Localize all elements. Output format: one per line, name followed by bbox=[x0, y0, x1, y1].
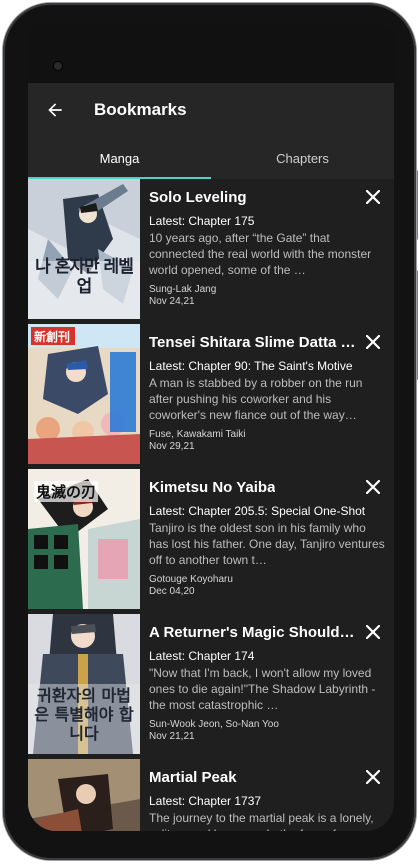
back-button[interactable] bbox=[28, 83, 82, 137]
manga-description: Tanjiro is the oldest son in his family … bbox=[149, 521, 385, 567]
bookmark-item[interactable]: 귀환자의 마법은 특별해야 합니다 A Returner's Magic Sho… bbox=[28, 614, 394, 754]
close-icon bbox=[366, 335, 380, 349]
manga-title: Solo Leveling bbox=[149, 188, 247, 206]
manga-description: 10 years ago, after “the Gate” that conn… bbox=[149, 231, 372, 277]
phone-frame: Bookmarks Manga Chapters 나 혼자만 레벨업 Solo … bbox=[3, 3, 416, 860]
remove-bookmark-button[interactable] bbox=[360, 764, 386, 790]
manga-cover-image bbox=[28, 759, 140, 831]
manga-author: Gotouge Koyoharu bbox=[149, 574, 233, 585]
manga-cover-image: 귀환자의 마법은 특별해야 합니다 bbox=[28, 614, 140, 754]
manga-title: Kimetsu No Yaiba bbox=[149, 478, 276, 496]
arrow-left-icon bbox=[48, 103, 62, 117]
manga-description: The journey to the martial peak is a lon… bbox=[149, 811, 374, 831]
close-icon bbox=[366, 770, 380, 784]
manga-title: Martial Peak bbox=[149, 768, 237, 786]
bookmark-date: Nov 29,21 bbox=[149, 441, 195, 452]
page-title: Bookmarks bbox=[94, 100, 187, 119]
status-bar bbox=[28, 25, 394, 83]
manga-cover-image: 나 혼자만 레벨업 bbox=[28, 179, 140, 319]
manga-author: Sung-Lak Jang bbox=[149, 284, 217, 295]
bookmark-item[interactable]: Martial Peak Latest: Chapter 1737 The jo… bbox=[28, 759, 394, 831]
bookmark-item[interactable]: 鬼滅の刃 Kimetsu No Yaiba Latest: Chapter 20… bbox=[28, 469, 394, 609]
manga-description: "Now that I'm back, I won't allow my lov… bbox=[149, 666, 376, 712]
bookmark-item[interactable]: 新創刊 Tensei Shitara Slime Datta Ken Lates… bbox=[28, 324, 394, 464]
manga-cover-image: 新創刊 bbox=[28, 324, 140, 464]
cover-title-text: 나 혼자만 레벨업 bbox=[35, 257, 134, 297]
latest-chapter: Latest: Chapter 205.5: Special One-Shot bbox=[149, 504, 366, 518]
manga-description: A man is stabbed by a robber on the run … bbox=[149, 376, 363, 422]
close-icon bbox=[366, 625, 380, 639]
screen: Bookmarks Manga Chapters 나 혼자만 레벨업 Solo … bbox=[28, 25, 394, 831]
tab-manga[interactable]: Manga bbox=[28, 137, 211, 179]
bookmark-date: Dec 04,20 bbox=[149, 586, 195, 597]
cover-title-text: 귀환자의 마법은 특별해야 합니다 bbox=[34, 686, 134, 743]
bookmark-info: Martial Peak Latest: Chapter 1737 The jo… bbox=[140, 759, 394, 831]
cover-title-text: 鬼滅の刃 bbox=[34, 481, 99, 502]
bookmark-info: Tensei Shitara Slime Datta Ken Latest: C… bbox=[140, 324, 394, 464]
tab-chapters[interactable]: Chapters bbox=[211, 137, 394, 179]
remove-bookmark-button[interactable] bbox=[360, 474, 386, 500]
close-icon bbox=[366, 190, 380, 204]
remove-bookmark-button[interactable] bbox=[360, 184, 386, 210]
manga-author: Fuse, Kawakami Taiki bbox=[149, 429, 246, 440]
bookmark-info: Solo Leveling Latest: Chapter 175 10 yea… bbox=[140, 179, 394, 319]
latest-chapter: Latest: Chapter 175 bbox=[149, 214, 255, 228]
bookmark-info: A Returner's Magic Should Be Special Lat… bbox=[140, 614, 394, 754]
manga-title: A Returner's Magic Should Be Special bbox=[149, 623, 357, 641]
bookmark-item[interactable]: 나 혼자만 레벨업 Solo Leveling Latest: Chapter … bbox=[28, 179, 394, 319]
remove-bookmark-button[interactable] bbox=[360, 329, 386, 355]
manga-title: Tensei Shitara Slime Datta Ken bbox=[149, 333, 357, 351]
close-icon bbox=[366, 480, 380, 494]
bookmark-list: 나 혼자만 레벨업 Solo Leveling Latest: Chapter … bbox=[28, 179, 394, 831]
bookmark-info: Kimetsu No Yaiba Latest: Chapter 205.5: … bbox=[140, 469, 394, 609]
bookmark-date: Nov 21,21 bbox=[149, 731, 195, 742]
latest-chapter: Latest: Chapter 174 bbox=[149, 649, 255, 663]
app-bar: Bookmarks bbox=[28, 83, 394, 137]
bookmark-date: Nov 24,21 bbox=[149, 296, 195, 307]
cover-title-text: 新創刊 bbox=[34, 330, 71, 344]
remove-bookmark-button[interactable] bbox=[360, 619, 386, 645]
tab-bar: Manga Chapters bbox=[28, 137, 394, 179]
latest-chapter: Latest: Chapter 90: The Saint's Motive bbox=[149, 359, 353, 373]
manga-cover-image: 鬼滅の刃 bbox=[28, 469, 140, 609]
latest-chapter: Latest: Chapter 1737 bbox=[149, 794, 262, 808]
manga-author: Sun-Wook Jeon, So-Nan Yoo bbox=[149, 719, 279, 730]
camera-icon bbox=[54, 62, 62, 70]
